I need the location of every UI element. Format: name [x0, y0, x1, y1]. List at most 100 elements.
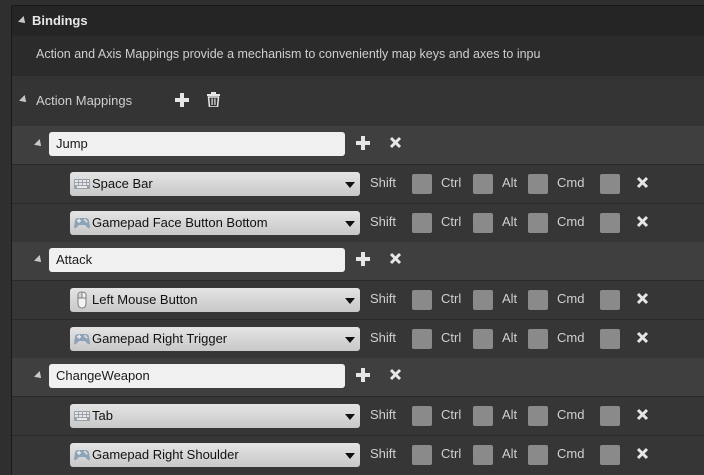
- cmd-label: Cmd: [557, 407, 585, 422]
- shift-checkbox[interactable]: [412, 213, 432, 233]
- remove-key-icon[interactable]: [636, 331, 649, 344]
- remove-key-icon[interactable]: [636, 447, 649, 460]
- mouse-icon: [77, 291, 87, 309]
- key-binding-row: Tab Shift Ctrl Alt Cmd: [12, 397, 704, 435]
- key-label: Gamepad Face Button Bottom: [92, 215, 268, 230]
- key-binding-row: Gamepad Right Trigger Shift Ctrl Alt Cmd: [12, 320, 704, 358]
- add-key-icon[interactable]: [356, 252, 370, 266]
- cmd-label: Cmd: [557, 175, 585, 190]
- dropdown-arrow-icon: [345, 337, 355, 343]
- add-key-icon[interactable]: [356, 368, 370, 382]
- bindings-description: Action and Axis Mappings provide a mecha…: [12, 36, 704, 76]
- key-selector[interactable]: Space Bar: [70, 172, 360, 196]
- cmd-checkbox[interactable]: [600, 329, 620, 349]
- key-binding-row: Gamepad Right Shoulder Shift Ctrl Alt Cm…: [12, 436, 704, 474]
- section-title: Bindings: [32, 13, 88, 28]
- ctrl-label: Ctrl: [441, 214, 462, 229]
- dropdown-arrow-icon: [345, 221, 355, 227]
- key-selector[interactable]: Gamepad Right Shoulder: [70, 443, 360, 467]
- cmd-checkbox[interactable]: [600, 213, 620, 233]
- ctrl-label: Ctrl: [441, 175, 462, 190]
- shift-checkbox[interactable]: [412, 290, 432, 310]
- alt-checkbox[interactable]: [528, 290, 548, 310]
- alt-checkbox[interactable]: [528, 174, 548, 194]
- alt-label: Alt: [502, 446, 518, 461]
- trash-icon[interactable]: [207, 92, 220, 107]
- add-key-icon[interactable]: [356, 136, 370, 150]
- remove-key-icon[interactable]: [636, 408, 649, 421]
- cmd-label: Cmd: [557, 291, 585, 306]
- cmd-checkbox[interactable]: [600, 445, 620, 465]
- cmd-checkbox[interactable]: [600, 290, 620, 310]
- key-selector[interactable]: Left Mouse Button: [70, 288, 360, 312]
- details-panel: Bindings Action and Axis Mappings provid…: [11, 5, 704, 475]
- key-selector[interactable]: Gamepad Right Trigger: [70, 327, 360, 351]
- key-label: Left Mouse Button: [92, 292, 198, 307]
- remove-action-icon[interactable]: [389, 136, 402, 149]
- alt-label: Alt: [502, 291, 518, 306]
- add-action-mapping-icon[interactable]: [175, 93, 189, 107]
- cmd-label: Cmd: [557, 446, 585, 461]
- shift-label: Shift: [370, 330, 397, 345]
- alt-label: Alt: [502, 407, 518, 422]
- remove-key-icon[interactable]: [636, 292, 649, 305]
- shift-checkbox[interactable]: [412, 174, 432, 194]
- key-label: Gamepad Right Shoulder: [92, 447, 239, 462]
- alt-checkbox[interactable]: [528, 329, 548, 349]
- shift-label: Shift: [370, 214, 397, 229]
- key-selector[interactable]: Gamepad Face Button Bottom: [70, 211, 360, 235]
- action-mapping-jump: Jump: [12, 126, 704, 164]
- ctrl-checkbox[interactable]: [473, 213, 493, 233]
- description-text: Action and Axis Mappings provide a mecha…: [36, 47, 541, 61]
- ctrl-label: Ctrl: [441, 330, 462, 345]
- shift-checkbox[interactable]: [412, 445, 432, 465]
- collapse-arrow-icon[interactable]: [19, 95, 29, 105]
- ctrl-checkbox[interactable]: [473, 406, 493, 426]
- ctrl-label: Ctrl: [441, 291, 462, 306]
- cmd-label: Cmd: [557, 330, 585, 345]
- keyboard-icon: [74, 179, 90, 189]
- action-mapping-changeweapon: ChangeWeapon: [12, 358, 704, 396]
- cmd-label: Cmd: [557, 214, 585, 229]
- action-name-input[interactable]: Attack: [49, 248, 345, 272]
- cmd-checkbox[interactable]: [600, 406, 620, 426]
- ctrl-checkbox[interactable]: [473, 445, 493, 465]
- alt-checkbox[interactable]: [528, 213, 548, 233]
- key-label: Gamepad Right Trigger: [92, 331, 228, 346]
- shift-checkbox[interactable]: [412, 406, 432, 426]
- shift-label: Shift: [370, 175, 397, 190]
- remove-key-icon[interactable]: [636, 215, 649, 228]
- remove-action-icon[interactable]: [389, 252, 402, 265]
- dropdown-arrow-icon: [345, 182, 355, 188]
- dropdown-arrow-icon: [345, 298, 355, 304]
- ctrl-checkbox[interactable]: [473, 329, 493, 349]
- remove-action-icon[interactable]: [389, 368, 402, 381]
- ctrl-checkbox[interactable]: [473, 174, 493, 194]
- action-name-input[interactable]: Jump: [49, 132, 345, 156]
- collapse-arrow-icon[interactable]: [34, 371, 44, 381]
- ctrl-label: Ctrl: [441, 407, 462, 422]
- remove-key-icon[interactable]: [636, 176, 649, 189]
- gamepad-icon: [74, 334, 90, 345]
- alt-checkbox[interactable]: [528, 406, 548, 426]
- gamepad-icon: [74, 218, 90, 229]
- collapse-arrow-icon[interactable]: [34, 139, 44, 149]
- collapse-arrow-icon[interactable]: [18, 16, 28, 26]
- action-name-input[interactable]: ChangeWeapon: [49, 364, 345, 388]
- ctrl-checkbox[interactable]: [473, 290, 493, 310]
- alt-label: Alt: [502, 175, 518, 190]
- action-mappings-label: Action Mappings: [36, 93, 133, 108]
- alt-checkbox[interactable]: [528, 445, 548, 465]
- key-selector[interactable]: Tab: [70, 404, 360, 428]
- key-binding-row: Gamepad Face Button Bottom Shift Ctrl Al…: [12, 204, 704, 242]
- alt-label: Alt: [502, 330, 518, 345]
- keyboard-icon: [74, 411, 90, 421]
- cmd-checkbox[interactable]: [600, 174, 620, 194]
- action-mappings-row: Action Mappings: [12, 76, 704, 126]
- collapse-arrow-icon[interactable]: [34, 255, 44, 265]
- shift-checkbox[interactable]: [412, 329, 432, 349]
- key-label: Tab: [92, 408, 113, 423]
- bindings-header[interactable]: Bindings: [12, 6, 704, 36]
- shift-label: Shift: [370, 446, 397, 461]
- key-binding-row: Left Mouse Button Shift Ctrl Alt Cmd: [12, 281, 704, 319]
